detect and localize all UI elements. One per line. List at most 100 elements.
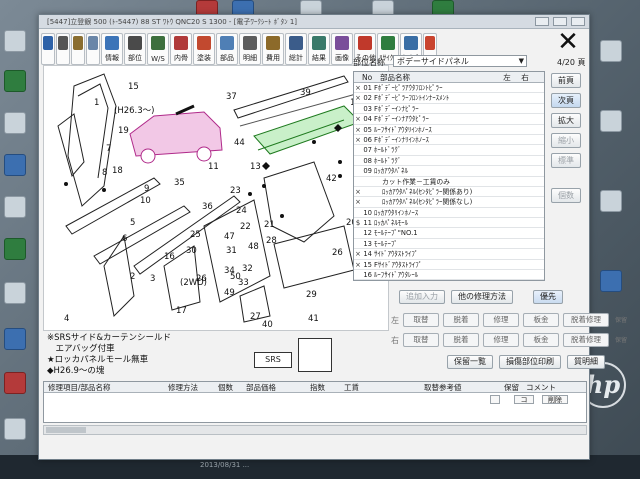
desktop-spreadsheet-icon[interactable] xyxy=(4,238,26,260)
estimate-row[interactable]: コ 削除 xyxy=(44,394,586,405)
parts-row[interactable]: × 15 Fｻｲﾄﾞｱｳﾀｽﾄﾗｲﾌﾟ xyxy=(354,260,544,271)
parts-row[interactable]: カット作業－工賃のみ xyxy=(354,177,544,187)
horizontal-scrollbar[interactable] xyxy=(43,425,587,435)
desktop-file-icon[interactable] xyxy=(4,282,26,304)
close-icon[interactable]: ✕ xyxy=(555,29,581,55)
page-nav-button[interactable]: 前頁 xyxy=(551,73,581,88)
side-action-button[interactable]: 修理 xyxy=(483,313,519,327)
col-name: 部品名称 xyxy=(380,73,410,82)
side-action-button[interactable]: 脱着 xyxy=(443,313,479,327)
row-left xyxy=(498,83,516,92)
side-action-button[interactable]: 取替 xyxy=(403,333,439,347)
side-action-button[interactable]: 脱着 xyxy=(443,333,479,347)
row-mark: × xyxy=(355,115,361,124)
page-nav-button[interactable]: 個数 xyxy=(551,188,581,203)
row-right xyxy=(516,145,534,154)
toolbar-button-print[interactable] xyxy=(56,33,70,65)
desktop-spreadsheet-icon[interactable] xyxy=(4,70,26,92)
hold-checkbox[interactable]: 保留 xyxy=(613,337,629,344)
side-action-button[interactable]: 脱着修理 xyxy=(563,333,609,347)
parts-row[interactable]: 16 ﾙｰﾌｻｲﾄﾞｱｳﾀﾚｰﾙ xyxy=(354,270,544,280)
parts-row[interactable]: × 14 ｻｲﾄﾞｱｳﾀｽﾄﾗｲﾌﾟ xyxy=(354,249,544,260)
toolbar-button-car[interactable] xyxy=(71,33,85,65)
parts-row[interactable]: 08 ﾎｰﾙﾄﾞﾗｸﾞ xyxy=(354,156,544,167)
other-repair-method-button[interactable]: 他の修理方法 xyxy=(451,290,513,304)
parts-row[interactable]: × 01 Fﾎﾞﾃﾞｰﾋﾟﾗｱｳﾀﾌﾛﾝﾄﾋﾟﾗｰ xyxy=(354,83,544,94)
parts-row[interactable]: × ﾛｯｶｱｳﾀﾊﾟﾈﾙ(ｾﾝﾀﾋﾟﾗｰ関係あり) xyxy=(354,187,544,198)
bottom-button[interactable]: 損傷部位印刷 xyxy=(499,355,561,369)
parts-row[interactable]: × 02 Fﾎﾞﾃﾞｰﾋﾟﾗｰﾌﾛﾝﾄｲﾝﾅｰｽﾒﾝﾄ xyxy=(354,93,544,104)
toolbar-button-doc[interactable] xyxy=(86,33,100,65)
toolbar-button-result[interactable]: 結果 xyxy=(308,33,330,65)
parts-row[interactable]: $11 ﾛｯｶﾊﾟﾈﾙﾓｰﾙ xyxy=(354,218,544,229)
bottom-button[interactable]: 質明細 xyxy=(567,355,605,369)
desktop-file-icon[interactable] xyxy=(4,196,26,218)
part-name-row: 部位名称 ボデーサイドパネル ▼ xyxy=(353,55,553,68)
print-icon xyxy=(58,36,68,50)
toolbar-button-part[interactable]: 部品 xyxy=(216,33,238,65)
parts-row[interactable]: × 06 Fﾎﾞﾃﾞｰｲﾝﾅﾘｲﾝﾎﾉｰｽ xyxy=(354,135,544,146)
desktop-folder-icon[interactable] xyxy=(4,112,26,134)
desktop-app-icon[interactable] xyxy=(4,328,26,350)
window-close-button[interactable] xyxy=(571,17,585,26)
row-right xyxy=(516,208,534,217)
page-nav-button[interactable]: 拡大 xyxy=(551,113,581,128)
toolbar-button-image[interactable]: 画像 xyxy=(331,33,353,65)
toolbar-button-paint[interactable]: 塗装 xyxy=(193,33,215,65)
row-mark: × xyxy=(355,125,361,134)
parts-row[interactable]: 09 ﾛｯｶｱｳﾀﾊﾟﾈﾙ xyxy=(354,166,544,177)
parts-row[interactable]: 03 Fﾎﾞﾃﾞｰｲﾝﾅﾋﾟﾗｰ xyxy=(354,104,544,115)
add-input-button[interactable]: 追加入力 xyxy=(399,290,445,304)
parts-row[interactable]: 07 ﾎｰﾙﾄﾞﾗｸﾞ xyxy=(354,145,544,156)
hold-checkbox[interactable]: 保留 xyxy=(613,317,629,324)
row-number: 06 xyxy=(363,135,372,144)
parts-row[interactable]: × ﾛｯｶｱｳﾀﾊﾟﾈﾙ(ｾﾝﾀﾋﾟﾗｰ関係なし) xyxy=(354,197,544,208)
desktop-file-icon[interactable] xyxy=(4,418,26,440)
comment-button[interactable]: コ xyxy=(514,395,534,404)
desktop-file-icon[interactable] xyxy=(600,110,622,132)
row-number: 02 xyxy=(363,94,372,103)
parts-row[interactable]: 13 ﾓｰﾙﾃｰﾌﾟ xyxy=(354,239,544,250)
part-name-select[interactable]: ボデーサイドパネル ▼ xyxy=(393,55,527,67)
toolbar-button-frame[interactable]: 内骨 xyxy=(170,33,192,65)
page-nav-button[interactable]: 標準 xyxy=(551,153,581,168)
maximize-button[interactable] xyxy=(553,17,567,26)
desktop-file-icon[interactable] xyxy=(600,190,622,212)
toolbar-button-total[interactable]: 総計 xyxy=(285,33,307,65)
toolbar-button-info[interactable]: 情報 xyxy=(101,33,123,65)
priority-button[interactable]: 優先 xyxy=(533,290,563,304)
parts-row[interactable]: × 04 Fﾎﾞﾃﾞｰｲﾝﾅｱｳﾀﾋﾟﾗｰ xyxy=(354,114,544,125)
desktop-app-icon[interactable] xyxy=(600,270,622,292)
desktop-app-icon[interactable] xyxy=(4,154,26,176)
delete-button[interactable]: 削除 xyxy=(542,395,568,404)
page-nav-button[interactable]: 次頁 xyxy=(551,93,581,108)
row-mark xyxy=(354,145,362,154)
toolbar-button-parts[interactable]: 部位 xyxy=(124,33,146,65)
toolbar-button-detail[interactable]: 明細 xyxy=(239,33,261,65)
parts-diagram[interactable]: 1511978121891035536616231737394512441411… xyxy=(43,65,389,372)
side-action-button[interactable]: 修理 xyxy=(483,333,519,347)
side-action-button[interactable]: 取替 xyxy=(403,313,439,327)
desktop-pdf-icon[interactable] xyxy=(4,372,26,394)
bottom-button[interactable]: 保留一覧 xyxy=(447,355,493,369)
callout-number: 18 xyxy=(112,166,123,176)
part-name-value: ボデーサイドパネル xyxy=(397,57,469,66)
side-action-button[interactable]: 板金 xyxy=(523,313,559,327)
hold-checkbox[interactable] xyxy=(490,395,500,404)
side-action-button[interactable]: 板金 xyxy=(523,333,559,347)
toolbar-button-cost[interactable]: 費用 xyxy=(262,33,284,65)
page-nav-button[interactable]: 縮小 xyxy=(551,133,581,148)
toolbar-button-worksheet[interactable]: W/S xyxy=(147,33,169,65)
desktop-file-icon[interactable] xyxy=(600,40,622,62)
side-action-button[interactable]: 脱着修理 xyxy=(563,313,609,327)
scrollbar-thumb[interactable] xyxy=(46,427,86,433)
toolbar-button-save[interactable] xyxy=(41,33,55,65)
callout-number: 11 xyxy=(208,162,219,172)
parts-row[interactable]: 10 ﾛｯｶｱｳﾀﾘｲﾝﾎﾉｰｽ xyxy=(354,208,544,219)
minimize-button[interactable] xyxy=(535,17,549,26)
desktop-app-icon[interactable] xyxy=(4,30,26,52)
parts-row[interactable]: 12 ﾓｰﾙﾃｰﾌﾟ"NO.1 xyxy=(354,228,544,239)
parts-row[interactable]: × 05 ﾙｰﾌｻｲﾄﾞｱｳﾀﾘｲﾝﾎﾉｰｽ xyxy=(354,125,544,135)
row-right xyxy=(516,239,534,248)
estimate-col-header: 修理項目/部品名称 xyxy=(48,383,111,392)
